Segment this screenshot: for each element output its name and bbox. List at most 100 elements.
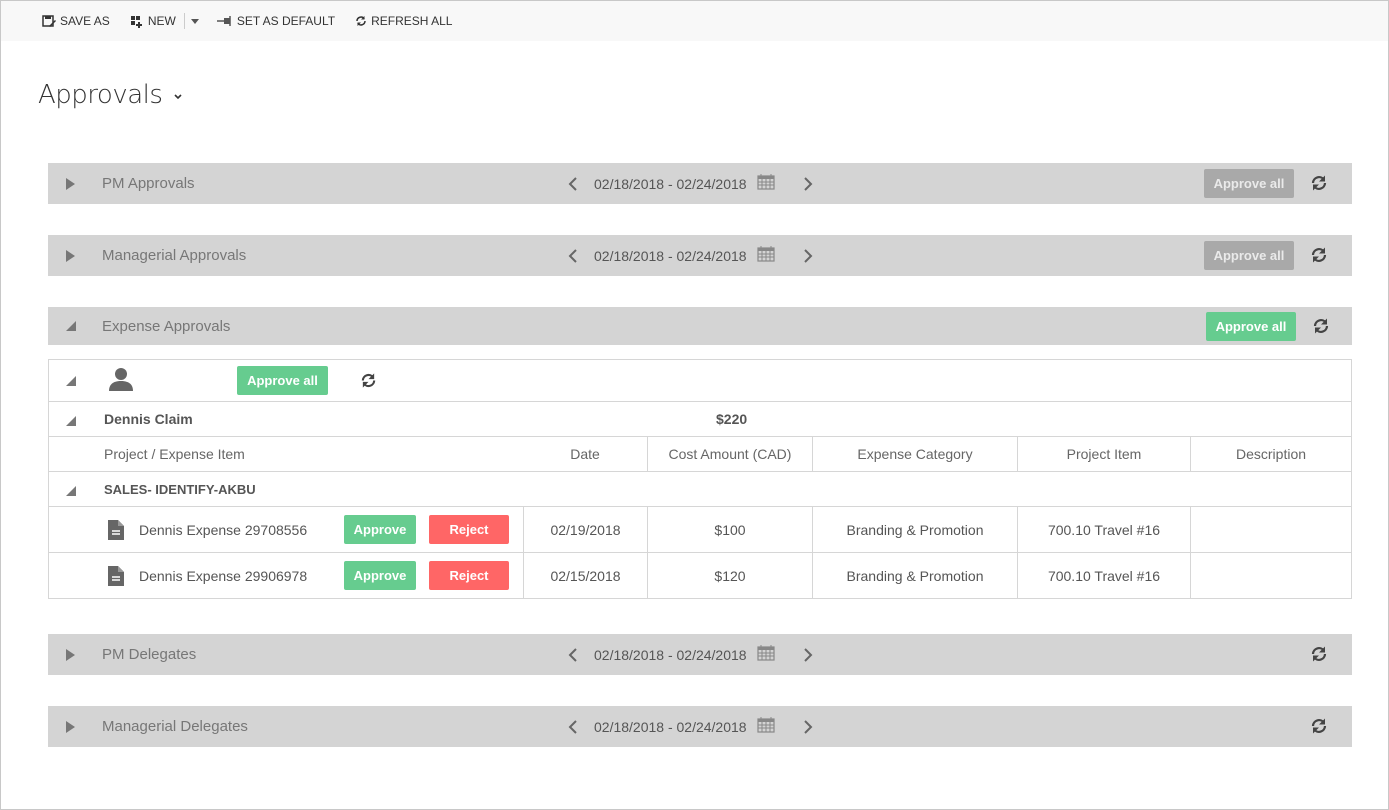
refresh-all-label: REFRESH ALL — [371, 14, 453, 28]
user-approve-all-button[interactable]: Approve all — [237, 366, 328, 395]
save-as-icon — [42, 14, 56, 27]
next-week-button[interactable] — [801, 719, 817, 734]
date-range-text: 02/18/2018 - 02/24/2018 — [594, 646, 747, 663]
date-range: 02/18/2018 - 02/24/2018 — [564, 717, 817, 736]
managerial-delegates-bar[interactable]: Managerial Delegates 02/18/2018 - 02/24/… — [48, 706, 1352, 747]
section-title: Managerial Approvals — [102, 247, 247, 264]
table-row: Dennis Expense 29708556 Approve Reject 0… — [49, 507, 1351, 553]
approve-all-button[interactable]: Approve all — [1204, 169, 1294, 198]
column-header-description: Description — [1235, 446, 1307, 462]
calendar-icon[interactable] — [756, 174, 775, 193]
chevron-left-icon — [568, 719, 577, 734]
caret-down-right-icon — [66, 321, 76, 331]
section-title: PM Approvals — [102, 175, 195, 192]
document-icon — [108, 566, 124, 586]
prev-week-button[interactable] — [564, 719, 580, 734]
page-title: Approvals — [38, 80, 163, 110]
refresh-icon[interactable] — [1312, 317, 1330, 335]
expense-category: Branding & Promotion — [846, 521, 984, 538]
collapse-toggle-icon[interactable] — [66, 486, 76, 496]
toolbar: SAVE AS NEW SET AS DEFAULT REFRESH ALL — [1, 1, 1388, 41]
calendar-icon[interactable] — [756, 645, 775, 664]
collapse-toggle-icon[interactable] — [66, 376, 76, 386]
expense-description — [1191, 553, 1351, 599]
managerial-approvals-bar[interactable]: Managerial Approvals 02/18/2018 - 02/24/… — [48, 235, 1352, 276]
caret-down-icon — [190, 18, 199, 24]
expense-item-name: Dennis Expense 29708556 — [139, 522, 308, 538]
expense-project-item: 700.10 Travel #16 — [1047, 568, 1161, 584]
next-week-button[interactable] — [801, 176, 817, 191]
new-button[interactable]: NEW — [130, 14, 176, 28]
expand-toggle[interactable] — [66, 706, 75, 747]
expense-cost: $100 — [714, 521, 746, 538]
calendar-icon[interactable] — [756, 246, 775, 265]
refresh-icon — [356, 16, 366, 26]
project-name: SALES- IDENTIFY-AKBU — [104, 482, 256, 497]
user-avatar-icon — [109, 368, 133, 391]
expand-toggle[interactable] — [66, 163, 75, 204]
refresh-icon[interactable] — [1310, 645, 1328, 663]
pm-delegates-bar[interactable]: PM Delegates 02/18/2018 - 02/24/2018 — [48, 634, 1352, 675]
column-header-category: Expense Category — [857, 446, 973, 462]
approve-all-button[interactable]: Approve all — [1204, 241, 1294, 270]
page-title-selector[interactable]: Approvals — [38, 80, 182, 110]
date-range-text: 02/18/2018 - 02/24/2018 — [594, 175, 747, 192]
pm-approvals-bar[interactable]: PM Approvals 02/18/2018 - 02/24/2018 App… — [48, 163, 1352, 204]
claim-name: Dennis Claim — [104, 411, 193, 427]
section-title: PM Delegates — [102, 646, 197, 663]
date-range: 02/18/2018 - 02/24/2018 — [564, 645, 817, 664]
refresh-icon[interactable] — [1310, 717, 1328, 735]
expense-date: 02/19/2018 — [550, 521, 621, 538]
reject-button[interactable]: Reject — [429, 515, 509, 544]
chevron-down-icon — [174, 94, 182, 100]
new-label: NEW — [147, 14, 176, 28]
new-dropdown-button[interactable] — [190, 18, 199, 24]
date-range: 02/18/2018 - 02/24/2018 — [564, 174, 817, 193]
refresh-icon[interactable] — [1310, 174, 1328, 192]
prev-week-button[interactable] — [564, 248, 580, 263]
date-range-text: 02/18/2018 - 02/24/2018 — [594, 718, 747, 735]
expand-toggle[interactable] — [66, 634, 75, 675]
expense-approvals-bar[interactable]: Expense Approvals Approve all — [48, 307, 1352, 345]
claim-total: $220 — [716, 411, 748, 427]
chevron-left-icon — [568, 176, 577, 191]
collapse-toggle-icon[interactable] — [66, 416, 76, 426]
refresh-icon[interactable] — [1310, 246, 1328, 264]
caret-right-icon — [66, 249, 75, 262]
calendar-icon[interactable] — [756, 717, 775, 736]
collapse-toggle[interactable] — [66, 307, 76, 345]
project-group-row: SALES- IDENTIFY-AKBU — [49, 472, 1351, 507]
prev-week-button[interactable] — [564, 176, 580, 191]
next-week-button[interactable] — [801, 248, 817, 263]
expand-toggle[interactable] — [66, 235, 75, 276]
expense-item-name: Dennis Expense 29906978 — [139, 568, 308, 584]
chevron-left-icon — [568, 647, 577, 662]
date-range: 02/18/2018 - 02/24/2018 — [564, 246, 817, 265]
expense-date: 02/15/2018 — [550, 568, 621, 584]
date-range-text: 02/18/2018 - 02/24/2018 — [594, 247, 747, 264]
column-header-item: Project / Expense Item — [104, 446, 245, 462]
set-as-default-label: SET AS DEFAULT — [236, 14, 336, 28]
pin-icon — [216, 16, 231, 26]
save-as-button[interactable]: SAVE AS — [42, 14, 110, 28]
chevron-right-icon — [804, 719, 813, 734]
toolbar-separator — [183, 13, 185, 29]
caret-right-icon — [66, 648, 75, 661]
table-row: Dennis Expense 29906978 Approve Reject 0… — [49, 553, 1351, 599]
column-header-cost: Cost Amount (CAD) — [668, 446, 792, 462]
approve-button[interactable]: Approve — [344, 561, 416, 590]
set-as-default-button[interactable]: SET AS DEFAULT — [216, 14, 336, 28]
prev-week-button[interactable] — [564, 647, 580, 662]
expense-cost: $120 — [714, 568, 746, 584]
approve-all-button[interactable]: Approve all — [1206, 312, 1296, 341]
new-icon — [130, 15, 142, 28]
column-header-date: Date — [570, 446, 600, 462]
reject-button[interactable]: Reject — [429, 561, 509, 590]
approve-button[interactable]: Approve — [344, 515, 416, 544]
table-header: Project / Expense Item Date Cost Amount … — [49, 437, 1351, 472]
user-group-row: Approve all — [49, 360, 1351, 402]
next-week-button[interactable] — [801, 647, 817, 662]
refresh-icon[interactable] — [360, 372, 377, 389]
refresh-all-button[interactable]: REFRESH ALL — [355, 14, 452, 28]
expense-project-item: 700.10 Travel #16 — [1047, 521, 1161, 538]
